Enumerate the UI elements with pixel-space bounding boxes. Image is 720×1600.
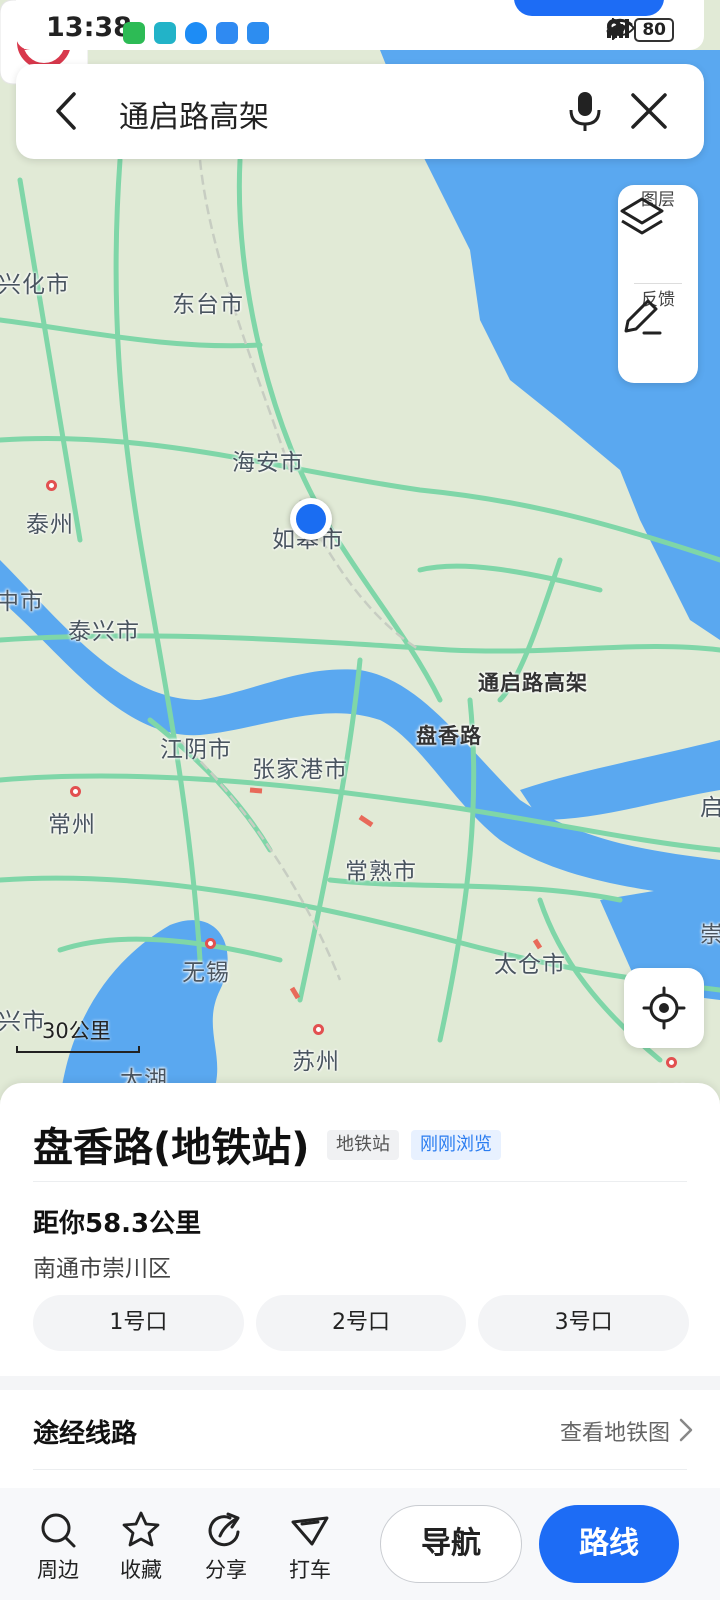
exit-list: 1号口 2号口 3号口 xyxy=(33,1295,690,1351)
map-label: 江阴市 xyxy=(160,737,232,763)
edit-pen-icon xyxy=(624,299,662,335)
map-label: 苏州 xyxy=(292,1049,340,1075)
map-label: 兴化市 xyxy=(0,272,70,298)
weather-icon xyxy=(247,22,269,44)
routes-section-title: 途经线路 xyxy=(33,1419,138,1449)
battery-level: 80 xyxy=(634,18,674,42)
map-label: 泰州 xyxy=(26,512,74,538)
section-divider xyxy=(0,1376,720,1390)
feedback-button[interactable]: 反馈 xyxy=(618,285,698,381)
search-query[interactable]: 通启路高架 xyxy=(119,92,269,136)
exit-button[interactable]: 2号口 xyxy=(255,1295,467,1351)
share-icon xyxy=(208,1512,240,1547)
scale-bar xyxy=(16,1046,140,1053)
city-dot xyxy=(205,938,216,949)
microphone-icon[interactable] xyxy=(562,88,608,134)
map-canvas xyxy=(0,0,720,1100)
exit-button[interactable]: 3号口 xyxy=(478,1295,690,1351)
shield-icon xyxy=(185,22,207,44)
city-dot xyxy=(70,786,81,797)
divider xyxy=(33,1181,687,1182)
scale-label: 30公里 xyxy=(42,1019,111,1043)
map-label: 崇 xyxy=(700,922,720,948)
map-label-tongqi[interactable]: 通启路高架 xyxy=(478,667,588,697)
map-label: 常熟市 xyxy=(345,859,417,885)
city-dot xyxy=(313,1024,324,1035)
favorite-label: 收藏 xyxy=(120,1558,162,1582)
search-icon xyxy=(41,1513,76,1548)
divider xyxy=(33,1469,687,1470)
status-bar: 13:38 4G 80 xyxy=(16,0,704,50)
taxi-label: 打车 xyxy=(289,1558,331,1582)
map-label: 海安市 xyxy=(232,450,304,476)
taxi-button[interactable]: 打车 xyxy=(278,1510,342,1584)
crosshair-icon xyxy=(642,986,686,1030)
recently-viewed-tag: 刚刚浏览 xyxy=(411,1130,501,1160)
navigate-button[interactable]: 导航 xyxy=(380,1505,522,1583)
partial-banner-button[interactable] xyxy=(514,0,664,16)
map-label: 张家港市 xyxy=(252,757,348,783)
wechat-icon xyxy=(123,22,145,44)
map-label: 无锡 xyxy=(182,960,230,986)
user-location-marker xyxy=(290,498,332,540)
search-bar[interactable]: 通启路高架 xyxy=(16,64,704,159)
star-icon xyxy=(122,1511,160,1547)
map-label: 泰兴市 xyxy=(68,619,140,645)
poi-distance: 距你58.3公里 xyxy=(33,1209,202,1239)
message-icon xyxy=(216,22,238,44)
poi-title: 盘香路(地铁站) xyxy=(33,1125,310,1171)
map-scale: 30公里 xyxy=(16,1015,140,1053)
nearby-label: 周边 xyxy=(37,1558,79,1582)
view-metro-map-link[interactable]: 查看地铁图 xyxy=(560,1415,670,1447)
chevron-right-icon[interactable] xyxy=(678,1417,694,1443)
taxi-icon xyxy=(291,1516,329,1546)
layers-icon xyxy=(620,197,664,235)
map-label: 启 xyxy=(700,795,720,821)
locate-me-button[interactable] xyxy=(624,968,704,1048)
nearby-button[interactable]: 周边 xyxy=(26,1510,90,1584)
map-label: 太仓市 xyxy=(494,952,566,978)
map-label: 中市 xyxy=(0,589,44,615)
map-label: 东台市 xyxy=(172,292,244,318)
share-label: 分享 xyxy=(205,1558,247,1582)
signal-icon xyxy=(607,19,630,38)
divider xyxy=(634,283,682,284)
bottom-action-bar: 周边 收藏 分享 打车 导航 路线 xyxy=(0,1488,720,1600)
exit-button[interactable]: 1号口 xyxy=(33,1295,244,1351)
back-arrow-icon[interactable] xyxy=(46,88,92,134)
map-view[interactable]: 兴化市 东台市 海安市 泰州 如皋市 中市 泰兴市 通启路高架 盘香路 江阴市 … xyxy=(0,0,720,1100)
route-button[interactable]: 路线 xyxy=(539,1505,679,1583)
poi-address: 南通市崇川区 xyxy=(33,1256,171,1282)
status-time: 13:38 xyxy=(46,12,132,43)
city-dot xyxy=(46,480,57,491)
city-dot xyxy=(666,1057,677,1068)
poi-type-tag: 地铁站 xyxy=(327,1130,399,1160)
favorite-button[interactable]: 收藏 xyxy=(109,1510,173,1584)
close-icon[interactable] xyxy=(626,88,672,134)
map-tools-panel: 图层 反馈 xyxy=(618,185,698,383)
home-app-icon xyxy=(154,22,176,44)
layers-button[interactable]: 图层 xyxy=(618,185,698,281)
map-label-panxiang[interactable]: 盘香路 xyxy=(416,720,482,750)
status-icons: 4G 80 xyxy=(606,18,674,42)
map-label: 常州 xyxy=(48,812,96,838)
share-button[interactable]: 分享 xyxy=(194,1510,258,1584)
